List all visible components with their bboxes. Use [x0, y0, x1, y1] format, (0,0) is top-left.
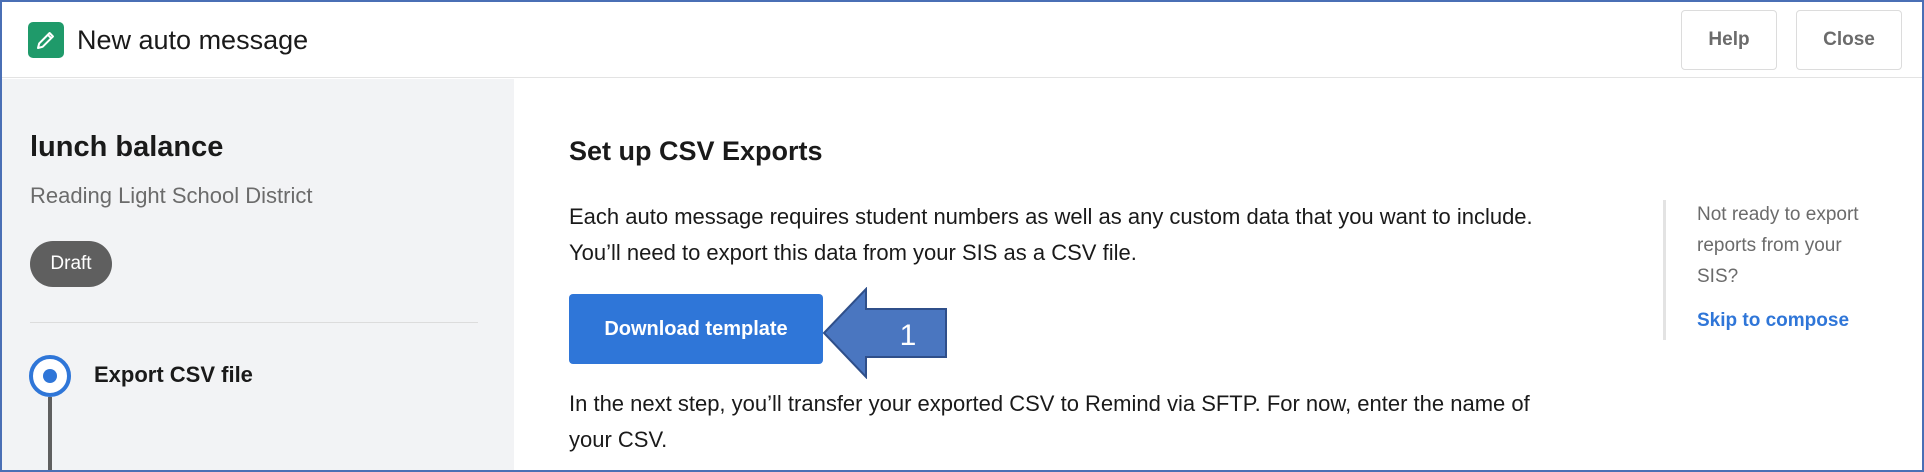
aside-note-line-2: reports from your: [1697, 235, 1842, 256]
aside-note-line-1: Not ready to export: [1697, 204, 1859, 225]
step-export-csv[interactable]: Export CSV file: [94, 362, 253, 388]
callout-arrow: 1: [822, 287, 947, 379]
intro-line-2: You’ll need to export this data from you…: [569, 240, 1137, 265]
aside-divider: [1663, 200, 1666, 340]
sidebar-divider: [30, 322, 478, 323]
aside-note-line-3: SIS?: [1697, 266, 1739, 287]
step-indicator-dot: [43, 369, 57, 383]
step-connector-line: [48, 397, 52, 470]
callout-arrow-shape: [822, 287, 947, 379]
pencil-icon: [28, 22, 64, 58]
help-button[interactable]: Help: [1681, 10, 1777, 70]
intro-line-1: Each auto message requires student numbe…: [569, 204, 1533, 229]
app-window: New auto message Help Close lunch balanc…: [0, 0, 1924, 472]
section-title: Set up CSV Exports: [569, 136, 823, 166]
page-title: New auto message: [77, 25, 309, 55]
sidebar: lunch balance Reading Light School Distr…: [2, 79, 514, 470]
next-step-line-1: In the next step, you’ll transfer your e…: [569, 391, 1530, 416]
header-bar: New auto message Help Close: [2, 2, 1922, 78]
intro-text: Each auto message requires student numbe…: [569, 199, 1619, 271]
download-template-button[interactable]: Download template: [569, 294, 823, 364]
callout-number: 1: [900, 319, 917, 352]
aside-note: Not ready to export reports from your SI…: [1697, 199, 1897, 292]
pencil-icon-glyph: [37, 32, 54, 49]
close-button[interactable]: Close: [1796, 10, 1902, 70]
message-name: lunch balance: [30, 131, 224, 163]
next-step-line-2: your CSV.: [569, 427, 668, 452]
next-step-text: In the next step, you’ll transfer your e…: [569, 386, 1619, 458]
district-name: Reading Light School District: [30, 183, 313, 208]
status-badge: Draft: [30, 241, 112, 287]
skip-to-compose-link[interactable]: Skip to compose: [1697, 310, 1849, 332]
